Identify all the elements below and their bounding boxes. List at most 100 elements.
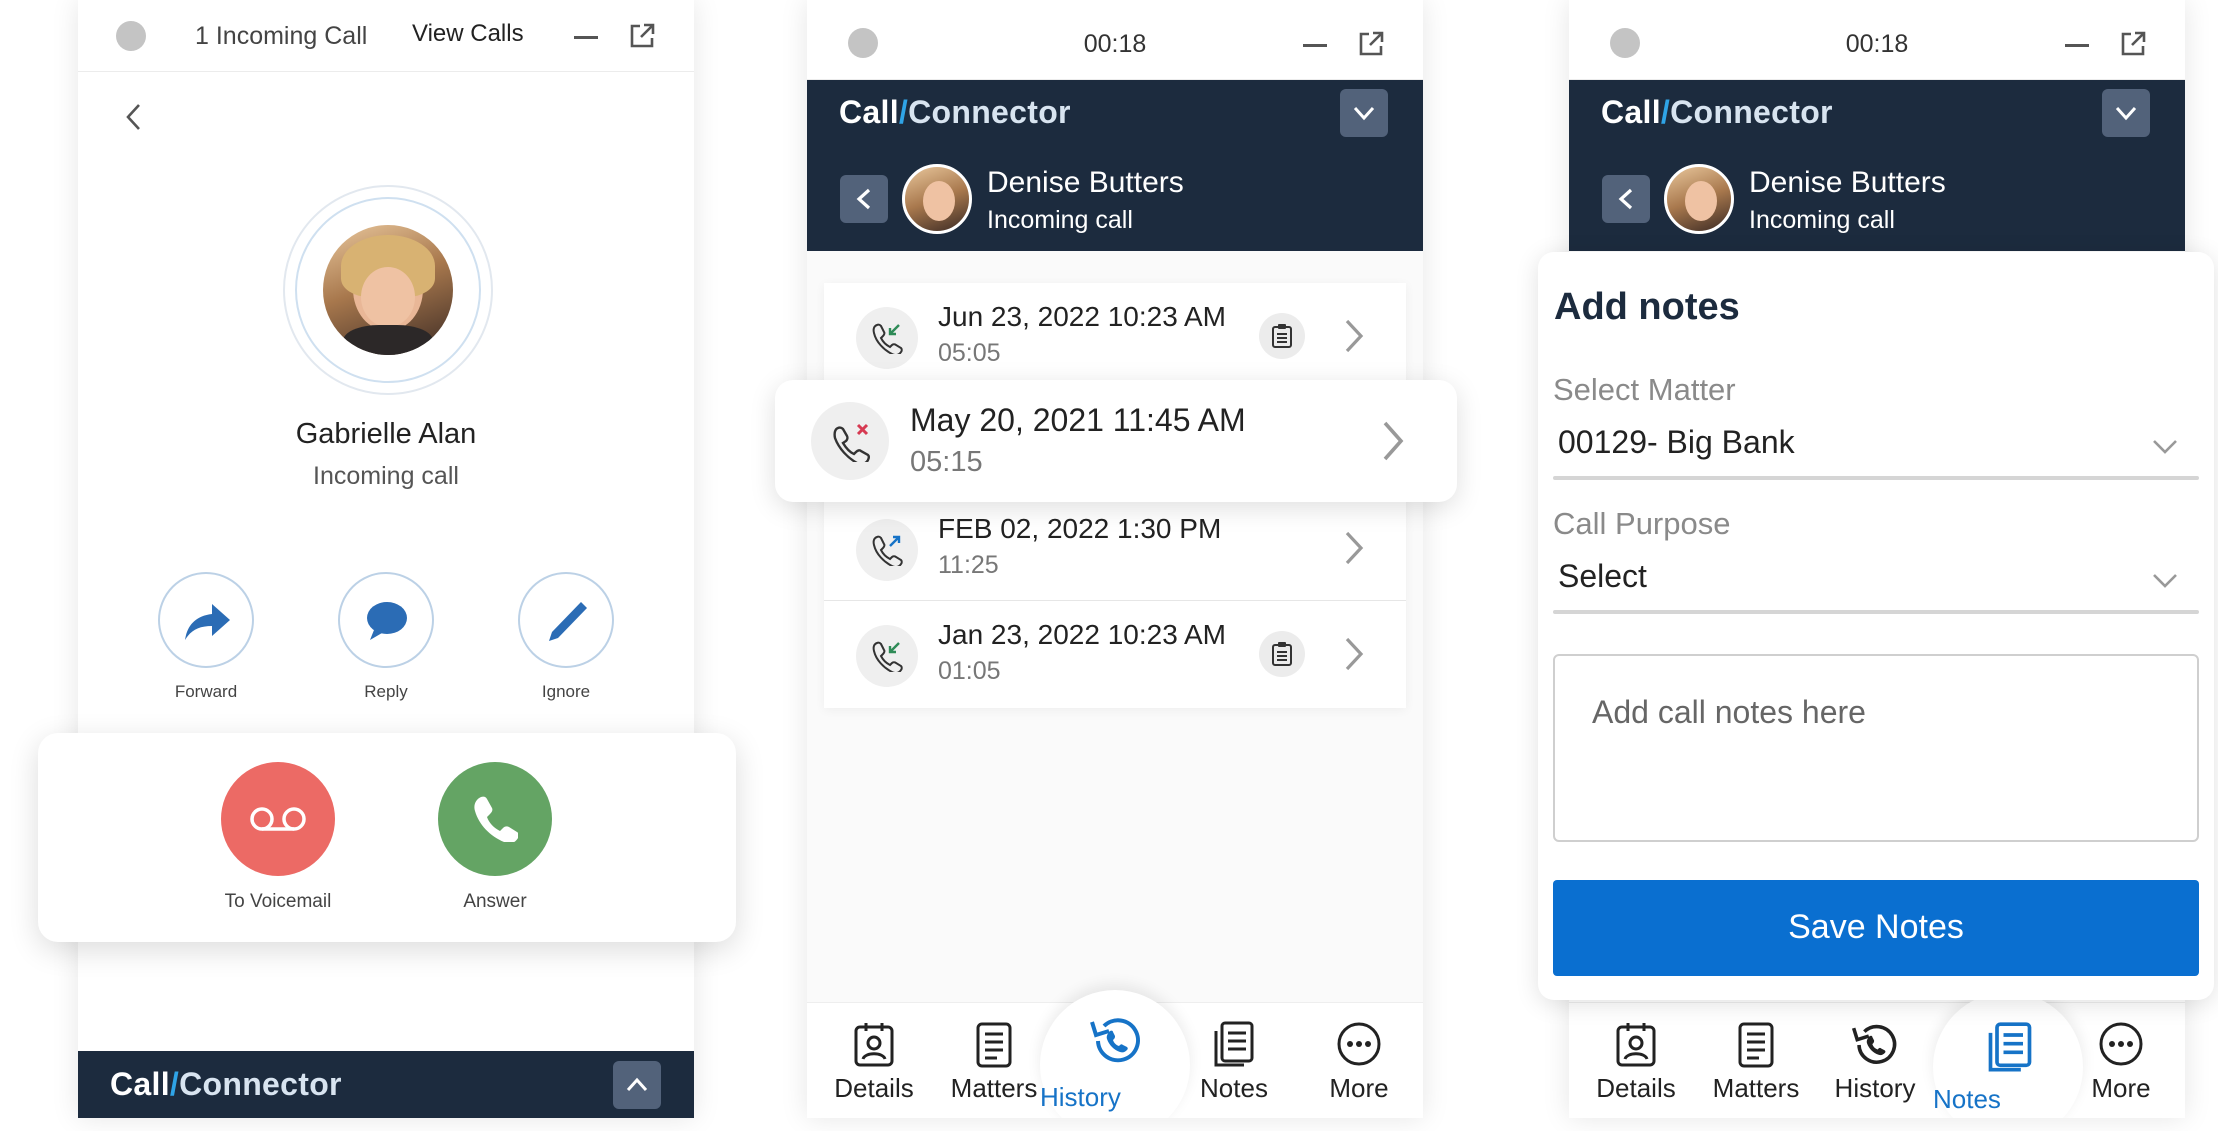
incoming-call-icon xyxy=(856,307,918,369)
bottom-nav: Details Matters History Notes More xyxy=(1569,992,2185,1118)
caller-name: Denise Butters xyxy=(987,166,1184,199)
tab-details[interactable]: Details xyxy=(1581,1003,1691,1118)
back-button[interactable] xyxy=(840,175,888,223)
call-duration: 11:25 xyxy=(938,551,999,579)
notepad-icon[interactable] xyxy=(1259,313,1305,359)
call-date: Jan 23, 2022 10:23 AM xyxy=(938,619,1226,650)
call-purpose-value: Select xyxy=(1558,558,1647,594)
chevron-down-icon xyxy=(1353,106,1375,121)
caller-bar: Denise Butters Incoming call xyxy=(1569,146,2185,251)
save-notes-button[interactable]: Save Notes xyxy=(1553,880,2199,976)
incoming-call-window: 1 Incoming Call View Calls Gabrielle Ala… xyxy=(78,0,694,1118)
forward-icon xyxy=(185,604,230,640)
history-icon xyxy=(1851,1024,1897,1064)
more-icon xyxy=(2099,1022,2143,1066)
call-purpose-underline xyxy=(1553,610,2199,614)
forward-label: Forward xyxy=(174,682,238,701)
call-purpose-dropdown[interactable]: Select xyxy=(1538,546,2214,616)
history-row[interactable]: Jan 23, 2022 10:23 AM 01:05 xyxy=(824,601,1406,707)
minimize-icon[interactable] xyxy=(2065,44,2089,47)
call-timer: 00:18 xyxy=(1083,30,1147,58)
caller-name: Denise Butters xyxy=(1749,166,1946,199)
caller-status: Incoming call xyxy=(987,206,1133,234)
call-date: FEB 02, 2022 1:30 PM xyxy=(938,513,1222,544)
chevron-down-icon xyxy=(2153,574,2177,588)
ignore-label: Ignore xyxy=(541,682,591,701)
incoming-count-label: 1 Incoming Call xyxy=(195,22,368,50)
tab-history[interactable]: History xyxy=(1820,1003,1930,1118)
forward-button[interactable] xyxy=(158,572,254,668)
chat-bubble-icon xyxy=(367,602,407,640)
popout-icon[interactable] xyxy=(1357,30,1385,58)
back-chevron-icon xyxy=(856,188,871,210)
call-notes-textarea[interactable]: Add call notes here xyxy=(1553,654,2199,842)
select-matter-underline xyxy=(1553,476,2199,480)
select-matter-value: 00129- Big Bank xyxy=(1558,424,1795,460)
history-window: 00:18 Call/Connector Denise Butters Inco… xyxy=(807,0,1423,1118)
contact-card-icon xyxy=(1616,1023,1656,1067)
call-purpose-label: Call Purpose xyxy=(1553,506,1731,541)
popout-icon[interactable] xyxy=(628,22,656,50)
tab-matters[interactable]: Matters xyxy=(1701,1003,1811,1118)
tab-details[interactable]: Details xyxy=(819,1003,929,1118)
reply-button[interactable] xyxy=(338,572,434,668)
call-date: May 20, 2021 11:45 AM xyxy=(910,402,1246,438)
tab-matters[interactable]: Matters xyxy=(939,1003,1049,1118)
window-titlebar: 00:18 xyxy=(1569,0,2185,80)
call-duration: 05:05 xyxy=(938,339,1001,367)
collapse-button[interactable] xyxy=(1340,89,1388,137)
history-row-highlighted[interactable]: May 20, 2021 11:45 AM 05:15 xyxy=(775,380,1457,502)
expand-button[interactable] xyxy=(613,1061,661,1109)
caller-avatar xyxy=(323,225,453,355)
chevron-down-icon xyxy=(2153,440,2177,454)
phone-icon xyxy=(474,796,518,842)
callconnector-header: Call/Connector xyxy=(807,80,1423,146)
minimize-icon[interactable] xyxy=(1303,44,1327,47)
ignore-button[interactable] xyxy=(518,572,614,668)
missed-call-icon xyxy=(811,402,889,480)
callconnector-footer: Call/Connector xyxy=(78,1051,694,1118)
bottom-nav: Details Matters History Notes More xyxy=(807,990,1423,1118)
select-matter-dropdown[interactable]: 00129- Big Bank xyxy=(1538,412,2214,482)
select-matter-label: Select Matter xyxy=(1553,372,1736,407)
minimize-icon[interactable] xyxy=(574,36,598,39)
chevron-right-icon xyxy=(1345,319,1364,353)
view-calls-link[interactable]: View Calls xyxy=(412,20,524,48)
tab-more[interactable]: More xyxy=(2066,1003,2176,1118)
more-icon xyxy=(1337,1022,1381,1066)
voicemail-button[interactable] xyxy=(221,762,335,876)
caller-avatar xyxy=(902,164,972,234)
answer-button[interactable] xyxy=(438,762,552,876)
history-row[interactable]: FEB 02, 2022 1:30 PM 11:25 xyxy=(824,495,1406,601)
notes-icon xyxy=(1988,1022,2032,1072)
popout-icon[interactable] xyxy=(2119,30,2147,58)
notepad-icon[interactable] xyxy=(1259,631,1305,677)
window-status-dot xyxy=(116,21,146,51)
collapse-button[interactable] xyxy=(2102,89,2150,137)
tab-history[interactable]: History xyxy=(1040,990,1190,1118)
callconnector-header: Call/Connector xyxy=(1569,80,2185,146)
window-titlebar: 1 Incoming Call View Calls xyxy=(78,0,694,72)
caller-status: Incoming call xyxy=(313,462,459,490)
incoming-call-icon xyxy=(856,625,918,687)
tab-notes[interactable]: Notes xyxy=(1179,1003,1289,1118)
brand-logo: Call/Connector xyxy=(839,94,1071,130)
tab-more[interactable]: More xyxy=(1304,1003,1414,1118)
back-button[interactable] xyxy=(1602,175,1650,223)
add-notes-title: Add notes xyxy=(1554,286,1740,328)
back-chevron-icon[interactable] xyxy=(122,102,146,132)
chevron-down-icon xyxy=(2115,106,2137,121)
history-row[interactable]: Jun 23, 2022 10:23 AM 05:05 xyxy=(824,283,1406,389)
tab-notes[interactable]: Notes xyxy=(1933,992,2083,1118)
brand-logo: Call/Connector xyxy=(1601,94,1833,130)
add-notes-card: Add notes Select Matter 00129- Big Bank … xyxy=(1538,252,2214,1000)
document-icon xyxy=(1738,1022,1774,1068)
voicemail-icon xyxy=(250,807,306,831)
reply-label: Reply xyxy=(364,682,408,701)
caller-bar: Denise Butters Incoming call xyxy=(807,146,1423,251)
caller-status: Incoming call xyxy=(1749,206,1895,234)
pencil-icon xyxy=(549,602,587,641)
call-duration: 01:05 xyxy=(938,657,1001,685)
chevron-right-icon xyxy=(1383,421,1404,461)
caller-name: Gabrielle Alan xyxy=(295,418,477,450)
